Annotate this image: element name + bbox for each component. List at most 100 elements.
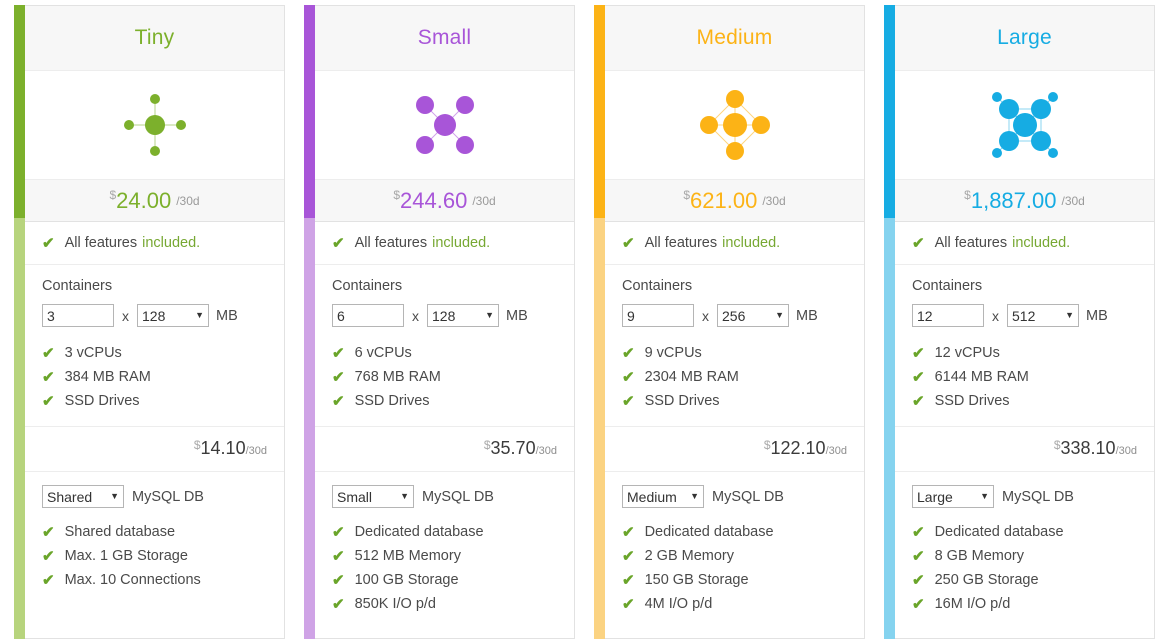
price-period: /30d xyxy=(1061,193,1085,208)
containers-row: Containers x 128 ▼ MB ✔ 6 vCPUs ✔ 768 MB RA… xyxy=(315,265,574,427)
database-feature-label: 16M I/O p/d xyxy=(934,596,1011,612)
database-feature-item: ✔ Max. 10 Connections xyxy=(42,568,267,592)
database-feature-item: ✔ Max. 1 GB Storage xyxy=(42,544,267,568)
all-features-row: ✔ All features included. xyxy=(25,222,284,265)
containers-label: Containers xyxy=(332,278,403,294)
all-features-label: All features xyxy=(644,235,718,251)
database-feature-item: ✔ 100 GB Storage xyxy=(332,568,557,592)
plan-feature-item: ✔ 6144 MB RAM xyxy=(912,365,1137,389)
check-icon: ✔ xyxy=(42,547,55,565)
database-features-list: ✔ Shared database ✔ Max. 1 GB Storage ✔ Max. … xyxy=(42,520,267,592)
database-feature-item: ✔ 8 GB Memory xyxy=(912,544,1137,568)
plan-header: Large xyxy=(895,6,1154,71)
plan-feature-item: ✔ SSD Drives xyxy=(622,389,847,413)
chevron-down-icon: ▼ xyxy=(400,491,409,501)
all-features-label: All features xyxy=(934,235,1008,251)
plan-feature-label: 12 vCPUs xyxy=(934,345,1000,361)
containers-subtotal: $338.10/30d xyxy=(895,427,1154,472)
check-icon: ✔ xyxy=(42,571,55,589)
container-size-value: 512 xyxy=(1012,307,1036,324)
plan-accent-rail xyxy=(594,5,605,639)
database-features-list: ✔ Dedicated database ✔ 2 GB Memory ✔ 150 GB S… xyxy=(622,520,847,616)
container-size-select[interactable]: 256 ▼ xyxy=(717,304,789,327)
price-currency-symbol: $ xyxy=(393,187,401,202)
plan-name: Tiny xyxy=(134,26,175,49)
plan-icon-small xyxy=(315,71,574,179)
containers-row: Containers x 512 ▼ MB ✔ 12 vCPUs ✔ 6144 MB … xyxy=(895,265,1154,427)
containers-count-input[interactable] xyxy=(912,304,984,327)
check-icon: ✔ xyxy=(332,392,345,410)
plan-card-body: Medium $621.00/30d ✔ All features includ… xyxy=(605,5,865,639)
containers-subtotal: $122.10/30d xyxy=(605,427,864,472)
check-icon: ✔ xyxy=(42,392,55,410)
database-label: MySQL DB xyxy=(712,488,784,505)
database-feature-item: ✔ Dedicated database xyxy=(332,520,557,544)
subtotal-amount: 122.10 xyxy=(770,438,826,458)
check-icon: ✔ xyxy=(622,368,635,386)
all-features-highlight: included. xyxy=(432,235,491,251)
plan-feature-item: ✔ 3 vCPUs xyxy=(42,341,267,365)
database-tier-select[interactable]: Shared ▼ xyxy=(42,485,124,508)
plan-icon-large xyxy=(895,71,1154,179)
check-icon: ✔ xyxy=(42,234,55,252)
container-size-select[interactable]: 512 ▼ xyxy=(1007,304,1079,327)
check-icon: ✔ xyxy=(332,523,345,541)
plan-accent-rail-top xyxy=(14,5,25,218)
containers-count-input[interactable] xyxy=(332,304,404,327)
database-tier-select[interactable]: Large ▼ xyxy=(912,485,994,508)
plan-price: $244.60/30d xyxy=(315,179,574,222)
subtotal-period: /30d xyxy=(825,445,847,457)
containers-count-input[interactable] xyxy=(42,304,114,327)
database-feature-label: Max. 10 Connections xyxy=(64,572,201,588)
database-feature-label: 8 GB Memory xyxy=(934,548,1025,564)
plan-name: Small xyxy=(417,26,472,49)
plan-features-list: ✔ 6 vCPUs ✔ 768 MB RAM ✔ SSD Drives xyxy=(332,341,557,413)
all-features-highlight: included. xyxy=(142,235,201,251)
database-feature-label: Dedicated database xyxy=(934,524,1064,540)
plan-feature-item: ✔ 384 MB RAM xyxy=(42,365,267,389)
price-currency-symbol: $ xyxy=(109,187,117,202)
database-feature-item: ✔ 250 GB Storage xyxy=(912,568,1137,592)
plan-feature-item: ✔ 9 vCPUs xyxy=(622,341,847,365)
database-tier-select[interactable]: Small ▼ xyxy=(332,485,414,508)
check-icon: ✔ xyxy=(332,547,345,565)
plan-accent-rail-bottom xyxy=(594,218,605,639)
chevron-down-icon: ▼ xyxy=(690,491,699,501)
check-icon: ✔ xyxy=(332,234,345,252)
plan-name: Medium xyxy=(696,26,773,49)
check-icon: ✔ xyxy=(912,523,925,541)
containers-row: Containers x 128 ▼ MB ✔ 3 vCPUs ✔ 384 MB RA… xyxy=(25,265,284,427)
pricing-plans-container: Tiny $24.00/30d ✔ All features included.… xyxy=(0,0,1173,639)
plan-card-body: Small $244.60/30d ✔ All features include… xyxy=(315,5,575,639)
database-row: Small ▼ MySQL DB ✔ Dedicated database ✔ 512… xyxy=(315,472,574,629)
plan-feature-item: ✔ 12 vCPUs xyxy=(912,341,1137,365)
plan-feature-item: ✔ 6 vCPUs xyxy=(332,341,557,365)
container-size-select[interactable]: 128 ▼ xyxy=(427,304,499,327)
plan-feature-label: SSD Drives xyxy=(64,393,140,409)
check-icon: ✔ xyxy=(622,523,635,541)
database-tier-select[interactable]: Medium ▼ xyxy=(622,485,704,508)
plan-card-body: Large $1,887.00/30d ✔ All features inclu… xyxy=(895,5,1155,639)
plan-accent-rail-top xyxy=(594,5,605,218)
container-size-select[interactable]: 128 ▼ xyxy=(137,304,209,327)
multiply-symbol: x xyxy=(702,307,709,324)
container-size-value: 128 xyxy=(142,307,166,324)
database-feature-label: 100 GB Storage xyxy=(354,572,459,588)
check-icon: ✔ xyxy=(912,595,925,613)
containers-count-input[interactable] xyxy=(622,304,694,327)
database-feature-item: ✔ 850K I/O p/d xyxy=(332,592,557,616)
containers-label: Containers xyxy=(42,278,113,294)
price-period: /30d xyxy=(176,193,200,208)
database-feature-label: Dedicated database xyxy=(644,524,774,540)
check-icon: ✔ xyxy=(912,234,925,252)
chevron-down-icon: ▼ xyxy=(110,491,119,501)
check-icon: ✔ xyxy=(332,368,345,386)
database-row: Medium ▼ MySQL DB ✔ Dedicated database ✔ 2 … xyxy=(605,472,864,629)
all-features-highlight: included. xyxy=(1012,235,1071,251)
all-features-label: All features xyxy=(64,235,138,251)
check-icon: ✔ xyxy=(912,392,925,410)
database-feature-label: Dedicated database xyxy=(354,524,484,540)
plan-feature-label: 768 MB RAM xyxy=(354,369,441,385)
containers-unit: MB xyxy=(796,307,818,324)
check-icon: ✔ xyxy=(42,344,55,362)
